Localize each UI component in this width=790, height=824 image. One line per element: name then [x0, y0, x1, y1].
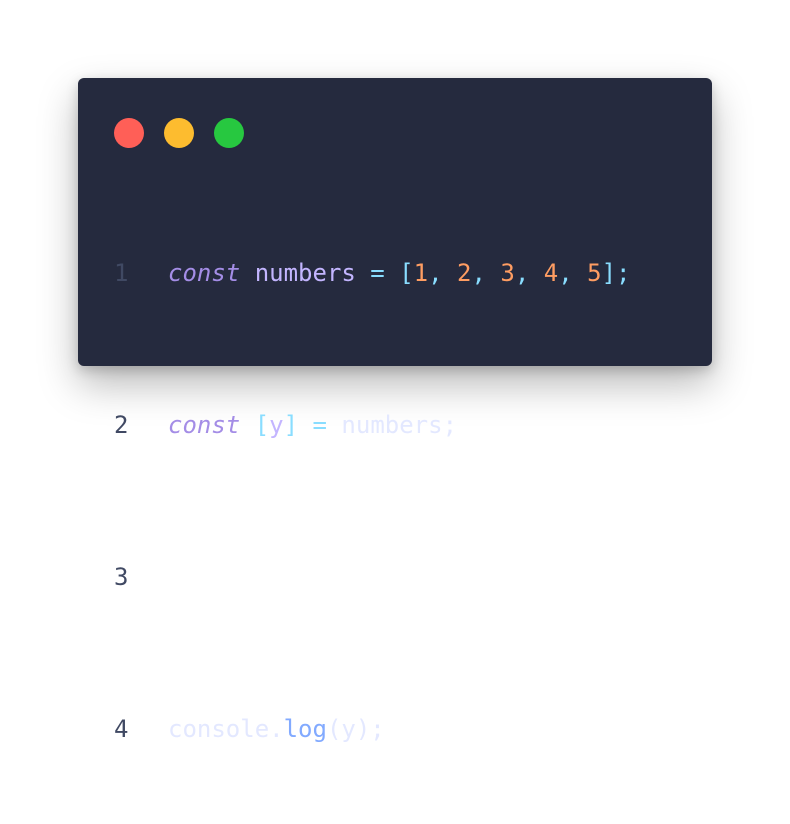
line-number: 3 [114, 563, 129, 591]
number-token: 4 [543, 259, 559, 287]
line-number: 2 [114, 411, 129, 439]
close-dot-icon[interactable] [114, 118, 144, 148]
number-token: 2 [457, 259, 472, 287]
number-token: 3 [500, 259, 515, 287]
identifier-token: numbers; [341, 411, 458, 439]
bracket-token: ] [283, 411, 299, 439]
line-content: const numbers = [1, 2, 3, 4, 5]; [168, 254, 630, 292]
code-window: 1 const numbers = [1, 2, 3, 4, 5]; 2 con… [78, 78, 712, 743]
number-token: 1 [413, 259, 429, 287]
function-token: log [283, 715, 327, 743]
operator-token: = [298, 411, 342, 439]
punctuation-token: , [558, 259, 588, 287]
line-content: const [y] = numbers; [168, 406, 457, 444]
window-controls [114, 118, 244, 148]
line-number: 1 [114, 259, 129, 287]
punctuation-token: ]; [601, 259, 631, 287]
line-number: 4 [114, 715, 129, 743]
code-line: 1 const numbers = [1, 2, 3, 4, 5]; [114, 254, 630, 292]
arguments-token: (y); [326, 715, 385, 743]
punctuation-token: , [514, 259, 544, 287]
code-line: 3 [114, 558, 630, 596]
keyword-token: const [168, 259, 241, 287]
minimize-dot-icon[interactable] [164, 118, 194, 148]
number-token: 5 [587, 259, 602, 287]
bracket-token: [ [399, 259, 414, 287]
variable-token: numbers [254, 259, 356, 287]
bracket-token: [ [254, 411, 270, 439]
maximize-dot-icon[interactable] [214, 118, 244, 148]
keyword-token: const [168, 411, 241, 439]
variable-token: y [269, 411, 284, 439]
operator-token: = [355, 259, 400, 287]
line-content: console.log(y); [168, 710, 385, 748]
code-line: 4 console.log(y); [114, 710, 630, 748]
punctuation-token: , [428, 259, 458, 287]
code-line: 2 const [y] = numbers; [114, 406, 630, 444]
object-token: console. [168, 715, 284, 743]
code-block: 1 const numbers = [1, 2, 3, 4, 5]; 2 con… [114, 178, 630, 824]
punctuation-token: , [471, 259, 501, 287]
